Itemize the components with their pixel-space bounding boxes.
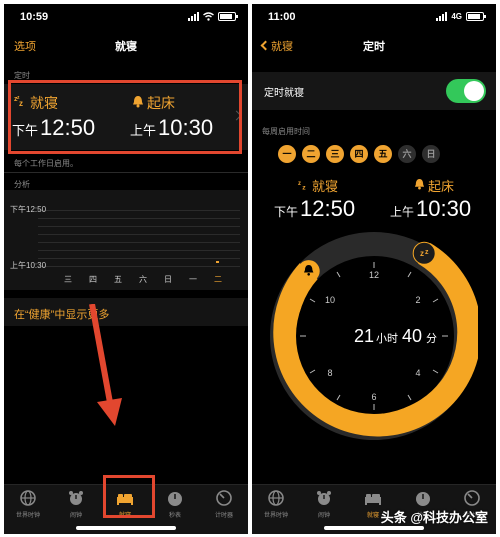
weekday-selector: 一 二 三 四 五 六 日 bbox=[278, 145, 440, 163]
home-indicator[interactable] bbox=[76, 526, 176, 530]
tab-label: 闹钟 bbox=[317, 513, 330, 519]
schedule-toggle-row: 定时就寝 bbox=[252, 72, 496, 110]
show-more-in-health-link[interactable]: 在“健康”中显示更多 bbox=[4, 298, 248, 326]
tab-stopwatch[interactable]: 秒表 bbox=[151, 489, 199, 519]
duration-minutes: 40 bbox=[402, 326, 422, 346]
tab-label: 世界时钟 bbox=[263, 513, 288, 519]
sleep-clock-dial[interactable]: 12 2 4 6 8 10 21 小时 40 分 z z bbox=[270, 232, 478, 440]
day-chip[interactable]: 四 bbox=[350, 145, 368, 163]
tab-world-clock[interactable]: 世界时钟 bbox=[4, 489, 52, 519]
chart-top-label: 下午12:50 bbox=[10, 205, 47, 214]
day-chip[interactable]: 三 bbox=[326, 145, 344, 163]
nav-bar: 就寝 定时 bbox=[252, 32, 496, 62]
bedtime-label: 就寝 bbox=[312, 179, 339, 194]
svg-text:z: z bbox=[302, 184, 306, 191]
status-time: 10:59 bbox=[20, 11, 49, 23]
wake-ampm: 上午 bbox=[390, 205, 415, 219]
red-arrow bbox=[89, 304, 122, 426]
globe-icon bbox=[19, 489, 37, 507]
svg-text:z: z bbox=[298, 181, 301, 187]
signal-icon bbox=[436, 12, 448, 21]
chart-day-label: 六 bbox=[139, 275, 147, 284]
globe-icon bbox=[267, 489, 285, 507]
stopwatch-icon bbox=[414, 489, 432, 507]
page-title: 定时 bbox=[363, 41, 385, 53]
chart-bar bbox=[216, 261, 219, 263]
tab-alarm[interactable]: 闹钟 bbox=[52, 489, 100, 519]
clock-number: 12 bbox=[369, 270, 379, 280]
analysis-section-label: 分析 bbox=[14, 180, 30, 189]
chart-day-label: 二 bbox=[214, 275, 222, 284]
bed-icon bbox=[364, 489, 382, 507]
day-chip[interactable]: 五 bbox=[374, 145, 392, 163]
repeat-note: 每个工作日启用。 bbox=[14, 159, 78, 168]
bedtime-time: 下午12:50 bbox=[274, 196, 355, 222]
status-bar: 11:00 4G bbox=[252, 4, 496, 30]
tab-alarm[interactable]: 闹钟 bbox=[300, 489, 348, 519]
nav-bar: 选项 就寝 bbox=[4, 32, 248, 62]
right-phone-screen: 11:00 4G 就寝 定时 定时就寝 每周启用时间 一 二 三 四 五 六 日… bbox=[252, 4, 496, 534]
tab-label: 就寝 bbox=[366, 513, 379, 519]
timer-icon bbox=[463, 489, 481, 507]
tab-world-clock[interactable]: 世界时钟 bbox=[252, 489, 300, 519]
wake-handle[interactable] bbox=[297, 260, 320, 283]
home-indicator[interactable] bbox=[324, 526, 424, 530]
chart-day-label: 四 bbox=[89, 275, 97, 284]
status-time: 11:00 bbox=[268, 11, 296, 23]
sleep-analysis-chart: 下午12:50 上午10:30 三 四 五 六 日 一 二 bbox=[4, 190, 248, 290]
day-chip[interactable]: 二 bbox=[302, 145, 320, 163]
wake-time: 上午10:30 bbox=[390, 196, 471, 222]
clock-number: 8 bbox=[327, 368, 332, 378]
signal-icon bbox=[188, 12, 199, 21]
highlight-box-tab bbox=[103, 475, 155, 518]
duration-hours-unit: 小时 bbox=[376, 332, 398, 345]
tab-timer[interactable]: 计时器 bbox=[200, 489, 248, 519]
clock-number: 10 bbox=[325, 295, 335, 305]
wifi-icon bbox=[203, 12, 214, 21]
bedtime-value: 12:50 bbox=[300, 196, 356, 221]
watermark: 头条 @科技办公室 bbox=[380, 510, 488, 525]
tab-label: 秒表 bbox=[168, 513, 181, 519]
clock-number: 4 bbox=[415, 368, 420, 378]
chart-day-label: 五 bbox=[114, 275, 122, 284]
chart-day-label: 三 bbox=[64, 275, 72, 284]
left-phone-screen: 10:59 选项 就寝 定时 z z z 就寝 下午12:50 起床 上午10:… bbox=[4, 4, 248, 534]
alarm-clock-icon bbox=[67, 489, 85, 507]
zzz-icon: z z bbox=[298, 181, 306, 191]
bell-icon bbox=[414, 178, 425, 190]
bedtime-ampm: 下午 bbox=[274, 205, 299, 219]
day-chip[interactable]: 一 bbox=[278, 145, 296, 163]
tab-label: 世界时钟 bbox=[15, 513, 40, 519]
network-type: 4G bbox=[451, 12, 462, 21]
tab-label: 计时器 bbox=[214, 513, 233, 519]
alarm-clock-icon bbox=[315, 489, 333, 507]
status-bar: 10:59 bbox=[4, 4, 248, 30]
stopwatch-icon bbox=[166, 489, 184, 507]
chart-bottom-label: 上午10:30 bbox=[10, 261, 47, 270]
page-title: 就寝 bbox=[115, 41, 137, 53]
wake-value: 10:30 bbox=[416, 196, 472, 221]
tab-label: 闹钟 bbox=[69, 513, 82, 519]
clock-number: 2 bbox=[415, 295, 420, 305]
duration-minutes-unit: 分 bbox=[426, 332, 437, 345]
chart-day-label: 一 bbox=[189, 275, 197, 284]
svg-text:z: z bbox=[420, 249, 424, 258]
wake-label: 起床 bbox=[428, 179, 455, 194]
duration-hours: 21 bbox=[354, 326, 374, 346]
status-icons: 4G bbox=[436, 12, 486, 21]
highlight-box bbox=[8, 80, 242, 154]
svg-text:z: z bbox=[425, 249, 429, 256]
battery-icon bbox=[218, 12, 238, 21]
bedtime-handle[interactable]: z z bbox=[412, 241, 436, 265]
toggle-label: 定时就寝 bbox=[264, 88, 304, 99]
chart-day-label: 日 bbox=[164, 275, 172, 284]
timer-icon bbox=[215, 489, 233, 507]
status-icons bbox=[188, 12, 238, 21]
schedule-toggle[interactable] bbox=[446, 79, 486, 103]
weekly-section-label: 每周启用时间 bbox=[262, 127, 310, 136]
day-chip[interactable]: 六 bbox=[398, 145, 416, 163]
clock-number: 6 bbox=[371, 392, 376, 402]
battery-icon bbox=[466, 12, 486, 21]
day-chip[interactable]: 日 bbox=[422, 145, 440, 163]
